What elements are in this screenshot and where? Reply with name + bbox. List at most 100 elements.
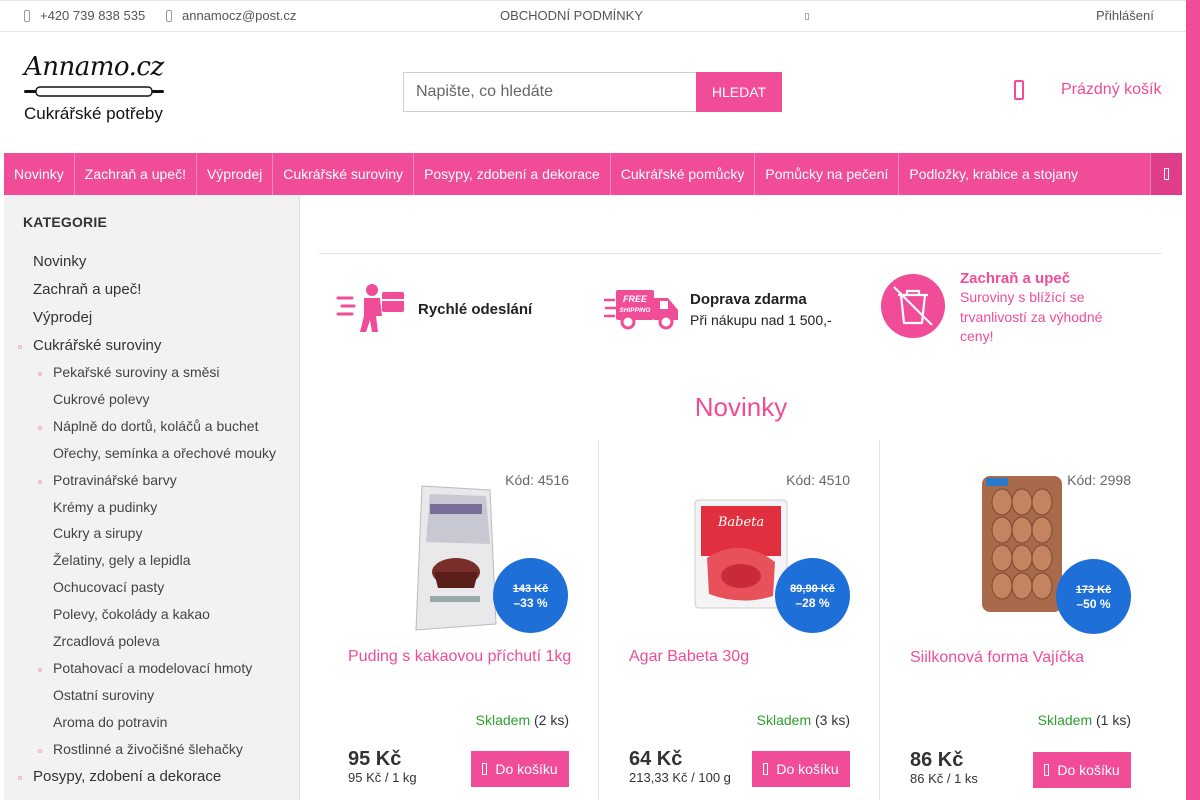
sidebar-item-subcategory[interactable]: Krémy a pudinky: [53, 499, 157, 515]
sidebar-item-subcategory[interactable]: Želatiny, gely a lepidla: [53, 552, 190, 568]
unit-price: 86 Kč / 1 ks: [910, 771, 978, 786]
product-name[interactable]: Siilkonová forma Vajíčka: [910, 647, 1140, 669]
sidebar-item-subcategory[interactable]: Potahovací a modelovací hmoty: [53, 660, 252, 676]
sidebar-item-category[interactable]: Novinky: [33, 253, 86, 270]
nav-item-pomucky[interactable]: Cukrářské pomůcky: [611, 153, 756, 195]
nav-more-button[interactable]: [1150, 153, 1182, 195]
search-button[interactable]: HLEDAT: [696, 72, 782, 112]
discount-badge: 173 Kč –50 %: [1056, 559, 1131, 634]
product-name[interactable]: Puding s kakaovou příchutí 1kg: [348, 646, 578, 668]
benefit-title: Rychlé odeslání: [418, 300, 533, 318]
site-logo[interactable]: Annamo.cz Cukrářské potřeby: [24, 52, 164, 130]
sidebar-item-category[interactable]: Výprodej: [33, 309, 92, 326]
category-sidebar: KATEGORIE Novinky Zachraň a upeč! Výprodej…: [4, 195, 300, 800]
benefit-title: Doprava zdarma: [690, 290, 807, 308]
sidebar-title: KATEGORIE: [23, 214, 107, 230]
cart-icon: [763, 763, 769, 775]
nav-item-suroviny[interactable]: Cukrářské suroviny: [273, 153, 415, 195]
sidebar-item-subcategory[interactable]: Rostlinné a živočišné šlehačky: [53, 741, 243, 757]
nav-item-podlozky[interactable]: Podložky, krabice a stojany: [899, 153, 1088, 195]
stock-count: (2 ks): [534, 712, 569, 728]
discount-badge: 89,90 Kč –28 %: [775, 558, 850, 633]
email-contact[interactable]: annamocz@post.cz: [166, 8, 296, 23]
stock-count: (1 ks): [1096, 712, 1131, 728]
sidebar-item-category[interactable]: Posypy, zdobení a dekorace: [33, 768, 221, 785]
sidebar-item-subcategory[interactable]: Pekařské suroviny a směsi: [53, 364, 220, 380]
sidebar-item-subcategory[interactable]: Zrcadlová poleva: [53, 633, 160, 649]
courier-icon: [336, 284, 404, 332]
old-price: 173 Kč: [1075, 584, 1112, 596]
menu-toggle-icon[interactable]: [805, 13, 809, 20]
discount-percent: –28 %: [795, 596, 830, 610]
benefit-save-and-bake[interactable]: Zachraň a upeč Suroviny s blížící se trv…: [880, 270, 1120, 347]
main-nav: Novinky Zachraň a upeč! Výprodej Cukrářs…: [4, 153, 1182, 195]
sidebar-item-subcategory[interactable]: Ochucovací pasty: [53, 579, 164, 595]
sidebar-item-subcategory[interactable]: Aroma do potravin: [53, 714, 167, 730]
stock-count: (3 ks): [815, 712, 850, 728]
discount-percent: –50 %: [1076, 597, 1111, 611]
expand-bullet-icon: [18, 775, 22, 780]
cart-icon: [482, 763, 488, 775]
add-to-cart-button[interactable]: Do košíku: [471, 751, 569, 787]
phone-contact[interactable]: +420 739 838 535: [24, 8, 145, 23]
product-price: 95 Kč: [348, 748, 402, 770]
product-image[interactable]: [980, 474, 1066, 616]
product-card[interactable]: Kód: 2998 173 Kč –50 % Siilkonová forma …: [880, 440, 1161, 800]
content-divider: [319, 253, 1162, 254]
expand-bullet-icon: [38, 425, 42, 430]
stock-status: Skladem (2 ks): [476, 712, 569, 728]
section-title: Novinky: [694, 392, 788, 422]
sidebar-item-subcategory[interactable]: Polevy, čokolády a kakao: [53, 606, 210, 622]
product-name[interactable]: Agar Babeta 30g: [629, 646, 859, 668]
bin-icon: [881, 274, 945, 338]
discount-badge: 143 Kč –33 %: [493, 558, 568, 633]
sidebar-item-subcategory[interactable]: Potravinářské barvy: [53, 472, 177, 488]
sidebar-item-subcategory[interactable]: Cukry a sirupy: [53, 525, 142, 541]
nav-item-peceni[interactable]: Pomůcky na pečení: [755, 153, 900, 195]
expand-bullet-icon: [38, 372, 42, 376]
nav-item-novinky[interactable]: Novinky: [4, 153, 75, 195]
search-input[interactable]: [403, 72, 696, 112]
product-image[interactable]: [408, 484, 504, 632]
product-card[interactable]: Kód: 4510 Babeta 89,90 Kč –28 % Agar Bab…: [599, 440, 880, 800]
product-price: 86 Kč: [910, 749, 964, 771]
stock-label: Skladem: [475, 712, 531, 728]
phone-number[interactable]: +420 739 838 535: [40, 8, 145, 23]
product-code: Kód: 4516: [505, 472, 569, 488]
free-badge-bottom: SHIPPING: [619, 307, 650, 314]
benefit-text: Suroviny s blížící se trvanlivostí za vý…: [960, 289, 1103, 344]
svg-text:Babeta: Babeta: [717, 515, 764, 530]
sidebar-item-category[interactable]: Cukrářské suroviny: [33, 337, 161, 354]
login-link[interactable]: Přihlášení: [1096, 8, 1154, 23]
nav-item-zachran[interactable]: Zachraň a upeč!: [75, 153, 197, 195]
add-to-cart-button[interactable]: Do košíku: [752, 751, 850, 787]
expand-bullet-icon: [38, 667, 42, 672]
section-heading: Novinky: [0, 392, 1186, 423]
sidebar-item-category[interactable]: Zachraň a upeč!: [33, 281, 141, 298]
benefit-text: Při nákupu nad 1 500,-: [690, 311, 832, 328]
cart-label: Prázdný košík: [1061, 81, 1162, 98]
add-to-cart-label: Do košíku: [1057, 762, 1120, 778]
logo-script-text: Annamo.cz: [24, 52, 164, 82]
page-edge-stripe: [1186, 0, 1200, 800]
stock-label: Skladem: [756, 712, 812, 728]
envelope-icon: [166, 9, 172, 22]
rolling-pin-icon: [24, 86, 164, 97]
expand-bullet-icon: [18, 345, 22, 349]
nav-item-vyprodej[interactable]: Výprodej: [197, 153, 274, 195]
unit-price: 95 Kč / 1 kg: [348, 770, 417, 785]
sidebar-item-subcategory[interactable]: Ořechy, semínka a ořechové mouky: [53, 445, 276, 461]
nav-item-posypy[interactable]: Posypy, zdobení a dekorace: [414, 153, 611, 195]
sidebar-item-subcategory[interactable]: Ostatní suroviny: [53, 687, 154, 703]
cart-link[interactable]: Prázdný košík: [1014, 80, 1161, 100]
product-card[interactable]: Kód: 4516 143 Kč –33 % Puding s kakaovou…: [318, 440, 599, 800]
add-to-cart-button[interactable]: Do košíku: [1033, 752, 1131, 788]
more-icon: [1164, 168, 1169, 180]
add-to-cart-label: Do košíku: [776, 761, 839, 777]
email-address[interactable]: annamocz@post.cz: [182, 8, 296, 23]
benefit-title: Zachraň a upeč: [960, 270, 1071, 287]
add-to-cart-label: Do košíku: [495, 761, 558, 777]
phone-icon: [24, 9, 30, 22]
terms-link[interactable]: OBCHODNÍ PODMÍNKY: [500, 8, 643, 23]
discount-percent: –33 %: [513, 596, 548, 610]
